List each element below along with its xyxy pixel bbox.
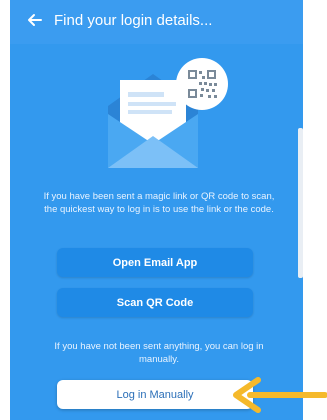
fallback-text: If you have not been sent anything, you … [54, 341, 264, 365]
log-in-manually-button[interactable]: Log in Manually [57, 380, 253, 409]
illustration [98, 56, 238, 181]
back-button[interactable] [26, 11, 44, 29]
annotation-arrow-icon [233, 377, 327, 413]
envelope-icon [108, 58, 228, 168]
page-title: Find your login details... [54, 12, 213, 29]
header-bar: Find your login details... [10, 0, 303, 44]
scan-qr-code-button[interactable]: Scan QR Code [57, 288, 253, 317]
open-email-app-button[interactable]: Open Email App [57, 248, 253, 277]
scrollbar[interactable] [298, 128, 303, 278]
login-screen: Find your login details... If you have b… [10, 0, 303, 420]
intro-text: If you have been sent a magic link or QR… [43, 191, 275, 215]
arrow-left-icon [28, 14, 42, 26]
